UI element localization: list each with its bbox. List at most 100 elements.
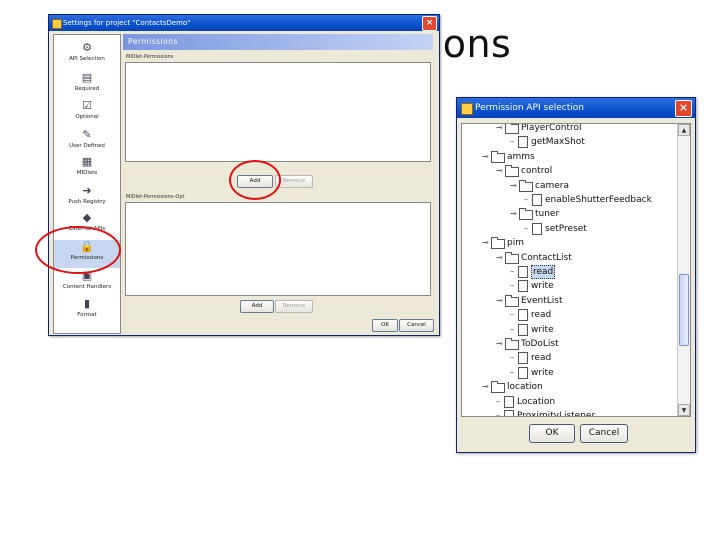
folder-icon [491, 237, 505, 250]
tree-leaf-node[interactable]: – read [510, 351, 551, 365]
sidebar-item-required[interactable]: ▤ Required [54, 71, 120, 99]
folder-icon [519, 208, 533, 221]
file-icon [518, 366, 528, 379]
expand-toggle-icon[interactable]: ⊸ [482, 380, 490, 394]
tree-leaf-node[interactable]: – read [510, 308, 551, 322]
expand-toggle-icon[interactable]: ⊸ [496, 294, 504, 308]
tree-folder-node[interactable]: ⊸ tuner [510, 207, 559, 221]
settings-titlebar[interactable]: Settings for project "ContactsDemo" × [49, 15, 439, 31]
scroll-up-icon[interactable]: ▲ [678, 124, 690, 136]
tree-leaf-node[interactable]: – write [510, 323, 554, 337]
expand-toggle-icon[interactable]: ⊸ [510, 179, 518, 193]
cancel-button[interactable]: Cancel [580, 424, 628, 443]
books-icon: ◆ [82, 211, 92, 224]
tree-connector-icon: – [496, 411, 500, 417]
tree-connector-icon: – [510, 310, 514, 320]
tree-folder-node[interactable]: ⊸ ContactList [496, 251, 572, 265]
tree-folder-node[interactable]: ⊸ ToDoList [496, 337, 559, 351]
sidebar-item-label: MIDlets [76, 170, 98, 176]
file-icon [518, 266, 528, 278]
folder-icon [491, 150, 505, 163]
tree-folder-node[interactable]: ⊸ pim [482, 236, 524, 250]
add-optional-button[interactable]: Add [240, 300, 274, 313]
tree-leaf-node[interactable]: – enableShutterFeedback [524, 193, 652, 207]
file-icon [532, 222, 542, 235]
sidebar-item-optional[interactable]: ☑ Optional [54, 99, 120, 127]
tree-connector-icon: – [510, 367, 514, 377]
tree-leaf-node[interactable]: – read [510, 265, 556, 279]
tree-leaf-node[interactable]: – ProximityListener [496, 409, 595, 417]
app-icon [52, 19, 62, 29]
tree-node-label: camera [535, 180, 569, 191]
folder-icon [505, 294, 519, 307]
tree-node-label: tuner [535, 209, 560, 220]
ok-button[interactable]: OK [529, 424, 575, 443]
expand-toggle-icon[interactable]: ⊸ [496, 251, 504, 265]
close-icon[interactable]: × [422, 16, 437, 31]
midlets-icon: ▦ [81, 155, 93, 168]
remove-optional-button[interactable]: Remove [275, 300, 313, 313]
tree-connector-icon: – [510, 353, 514, 363]
folder-icon [505, 165, 519, 178]
tree-node-label: read [531, 310, 552, 321]
format-icon: ▮ [83, 297, 91, 310]
expand-toggle-icon[interactable]: ⊸ [496, 124, 504, 135]
ok-button[interactable]: OK [372, 319, 398, 332]
dialog-title: Permission API selection [475, 103, 584, 113]
app-icon [461, 103, 473, 115]
tree-connector-icon: – [510, 267, 514, 276]
tree-folder-node[interactable]: ⊸ location [482, 380, 543, 394]
tree-leaf-node[interactable]: – setPreset [524, 222, 587, 236]
tree-node-label: pim [507, 238, 524, 249]
close-icon[interactable]: × [675, 100, 692, 117]
tree-folder-node[interactable]: ⊸ EventList [496, 294, 563, 308]
tree-folder-node[interactable]: ⊸ camera [510, 179, 569, 193]
tree-connector-icon: – [524, 223, 528, 233]
file-icon [518, 309, 528, 322]
folder-icon [491, 381, 505, 394]
sidebar-item-user-defined[interactable]: ✎ User Defined [54, 128, 120, 156]
highlight-circle-permissions [35, 226, 121, 274]
push-icon: ➜ [82, 184, 92, 197]
scrollbar-thumb[interactable] [679, 274, 689, 346]
sidebar-item-midlets[interactable]: ▦ MIDlets [54, 155, 120, 183]
expand-toggle-icon[interactable]: ⊸ [482, 150, 490, 164]
tree-node-label: ToDoList [521, 339, 559, 349]
checklist-icon: ☑ [82, 99, 92, 112]
tree-connector-icon: – [510, 281, 514, 291]
tree-leaf-node[interactable]: – Location [496, 395, 555, 409]
sidebar-item-api-selection[interactable]: ⚙ API Selection [54, 41, 120, 69]
expand-toggle-icon[interactable]: ⊸ [482, 236, 490, 250]
tools-icon: ✎ [82, 128, 92, 141]
scroll-down-icon[interactable]: ▼ [678, 404, 690, 416]
expand-toggle-icon[interactable]: ⊸ [496, 164, 504, 178]
tree-folder-node[interactable]: ⊸ amms [482, 150, 535, 164]
vertical-scrollbar[interactable]: ▲ ▼ [677, 124, 690, 416]
tree-node-label: read [531, 353, 552, 364]
tree-leaf-node[interactable]: – getMaxShot [510, 135, 585, 149]
required-permissions-list[interactable] [125, 62, 431, 162]
highlight-circle-add [229, 160, 281, 200]
sidebar-item-format[interactable]: ▮ Format [54, 297, 120, 325]
api-tree: ⊸ PlayerControl – getMaxShot ⊸ amms ⊸ control ⊸ c… [461, 123, 691, 417]
file-icon [504, 395, 514, 408]
tree-node-label: control [521, 166, 553, 177]
folder-icon [505, 338, 519, 350]
tree-folder-node[interactable]: ⊸ control [496, 164, 552, 178]
expand-toggle-icon[interactable]: ⊸ [510, 207, 518, 221]
optional-permissions-list[interactable] [125, 202, 431, 296]
tree-node-label: write [531, 367, 554, 378]
permission-api-dialog: Permission API selection × ⊸ PlayerContro… [456, 97, 696, 453]
tree-node-label: location [507, 382, 543, 393]
sidebar-item-push-registry[interactable]: ➜ Push Registry [54, 184, 120, 212]
file-icon [518, 136, 528, 149]
folder-icon [505, 251, 519, 264]
cancel-button[interactable]: Cancel [399, 319, 434, 332]
dialog-titlebar[interactable]: Permission API selection × [457, 98, 695, 118]
tree-leaf-node[interactable]: – write [510, 279, 554, 293]
sidebar-item-label: API Selection [69, 56, 105, 62]
file-icon [518, 323, 528, 336]
tree-leaf-node[interactable]: – write [510, 366, 554, 380]
tree-folder-node[interactable]: ⊸ PlayerControl [496, 124, 582, 135]
expand-toggle-icon[interactable]: ⊸ [496, 337, 504, 351]
